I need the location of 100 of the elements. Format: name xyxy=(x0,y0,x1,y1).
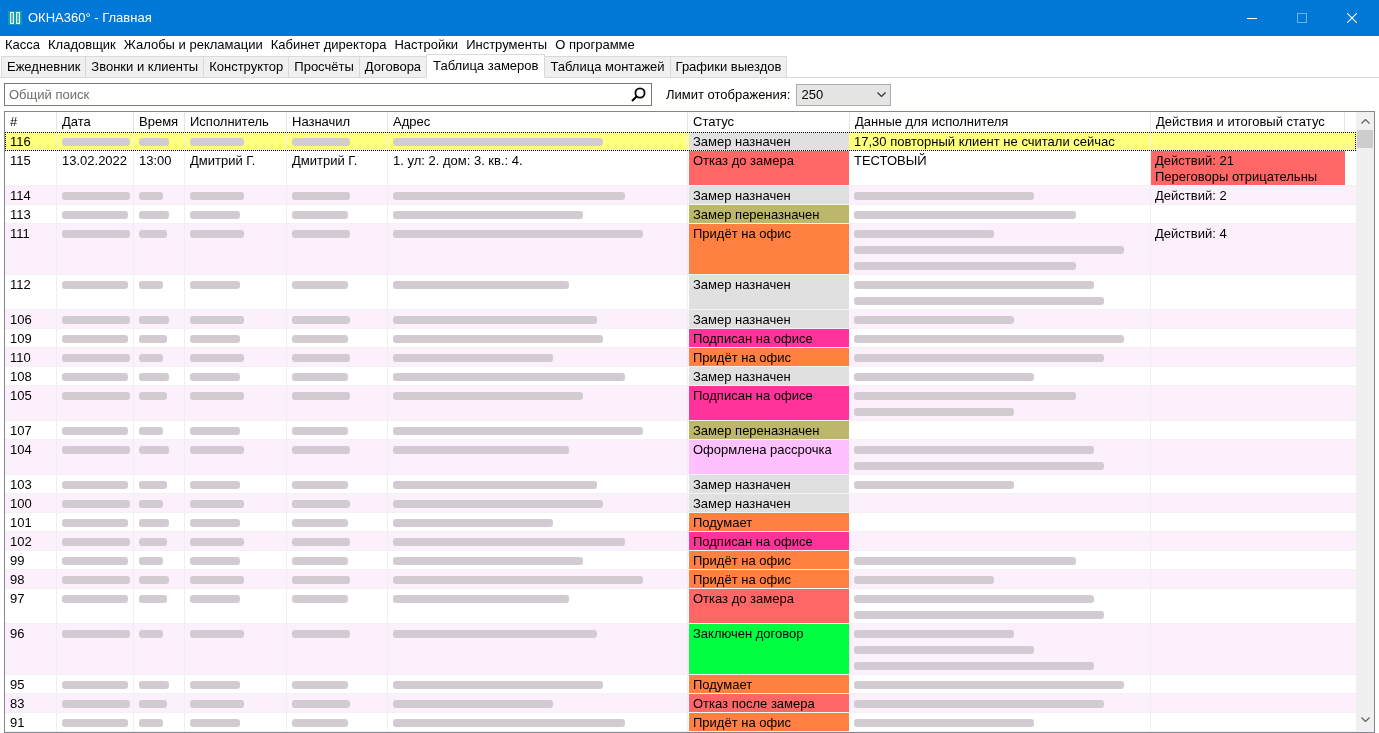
table-cell-text: 13:00 xyxy=(139,153,173,169)
status-cell: Замер назначен xyxy=(689,310,849,328)
table-cell-text: ТЕСТОВЫЙ xyxy=(854,153,928,169)
display-limit-dropdown[interactable]: 250 xyxy=(796,83,892,106)
table-cell-text: Действий: 4 xyxy=(1154,225,1228,243)
status-cell: Оформлена рассрочка xyxy=(689,440,849,474)
tab[interactable]: Договора xyxy=(358,56,428,77)
tab[interactable]: Графики выездов xyxy=(669,56,788,77)
table-cell-text: 103 xyxy=(10,477,33,493)
status-cell: Замер назначен xyxy=(689,275,849,309)
menu-item[interactable]: Кабинет директора xyxy=(266,36,391,54)
table-cell-text: 96 xyxy=(10,626,26,642)
tab[interactable]: Таблица монтажей xyxy=(544,56,671,77)
status-cell: Замер назначен xyxy=(689,186,849,204)
menu-item[interactable]: О программе xyxy=(551,36,639,54)
menu-item[interactable]: Настройки xyxy=(390,36,463,54)
menu-item[interactable]: Кладовщик xyxy=(44,36,120,54)
table-row[interactable]: 98 Придёт на офис xyxy=(5,570,1356,589)
status-cell: Придёт на офис xyxy=(689,570,849,588)
table-row[interactable]: 116 Замер назначен 17,30 повторный клиент не считали сейчас xyxy=(5,132,1356,151)
table-cell-text: 17,30 повторный клиент не считали сейчас xyxy=(854,134,1116,150)
search-field[interactable]: Общий поиск xyxy=(4,83,652,106)
table-cell-text: 102 xyxy=(10,534,33,550)
table-cell-text: 91 xyxy=(10,715,26,731)
table-row[interactable]: 110 Придёт на офис xyxy=(5,348,1356,367)
table-cell-text: 104 xyxy=(10,442,33,458)
table-row[interactable]: 112 Замер назначен xyxy=(5,275,1356,310)
table-row[interactable]: 102 Подписан на офисе xyxy=(5,532,1356,551)
table-row[interactable]: 107 Замер переназначен xyxy=(5,421,1356,440)
status-cell: Подумает xyxy=(689,675,849,693)
status-cell: Подумает xyxy=(689,513,849,531)
status-cell: Придёт на офис xyxy=(689,713,849,731)
table-cell-text: 111 xyxy=(10,226,31,242)
chevron-down-icon xyxy=(1360,716,1370,722)
table-row[interactable]: 104 Оформлена рассрочка xyxy=(5,440,1356,475)
status-cell: Замер назначен xyxy=(689,367,849,385)
table-cell-text: 114 xyxy=(10,188,32,204)
chevron-down-icon xyxy=(877,92,887,97)
table-row[interactable]: 95 Подумает xyxy=(5,675,1356,694)
table-cell-text: 112 xyxy=(10,277,32,293)
table-row[interactable]: 83 Отказ после замера xyxy=(5,694,1356,713)
table-cell-text: 101 xyxy=(10,515,33,531)
tab[interactable]: Просчёты xyxy=(288,56,360,77)
table-row[interactable]: 113 Замер переназначен xyxy=(5,205,1356,224)
table-cell-text: 83 xyxy=(10,696,26,712)
menu-item[interactable]: Инструменты xyxy=(462,36,552,54)
table-cell-text: 109 xyxy=(10,331,33,347)
table-row[interactable]: 111 Придёт на офис Действий: 4 xyxy=(5,224,1356,275)
table-row[interactable]: 96 Заключен договор xyxy=(5,624,1356,675)
table-row[interactable]: 103 Замер назначен xyxy=(5,475,1356,494)
tab[interactable]: Ежедневник xyxy=(1,56,87,77)
status-cell: Придёт на офис xyxy=(689,224,849,274)
status-cell: Отказ до замера xyxy=(689,589,849,623)
status-cell: Подписан на офисе xyxy=(689,532,849,550)
search-icon xyxy=(631,87,646,102)
status-cell: Подписан на офисе xyxy=(689,386,849,420)
table-cell-text: 108 xyxy=(10,369,33,385)
status-cell: Подписан на офисе xyxy=(689,329,849,347)
tab[interactable]: Конструктор xyxy=(203,56,290,77)
table-cell-text: 116 xyxy=(10,134,32,150)
close-icon xyxy=(1347,13,1357,23)
table-cell-text: 95 xyxy=(10,677,26,693)
tab[interactable]: Звонки и клиенты xyxy=(85,56,205,77)
table-row[interactable]: 114 Замер назначен Действий: 2 xyxy=(5,186,1356,205)
status-cell: Придёт на офис xyxy=(689,348,849,366)
table-row[interactable]: 108 Замер назначен xyxy=(5,367,1356,386)
menu-item[interactable]: Касса xyxy=(1,36,45,54)
status-cell: Заключен договор xyxy=(689,624,849,674)
table-row[interactable]: 100 Замер назначен xyxy=(5,494,1356,513)
table-cell-text: Дмитрий Г. xyxy=(292,153,359,169)
table-row[interactable]: 91 Придёт на офис xyxy=(5,713,1356,732)
tab[interactable]: Таблица замеров xyxy=(426,54,546,78)
table-cell-text: 110 xyxy=(10,350,32,366)
table-cell-text: 105 xyxy=(10,388,33,404)
table-cell-text: Действий: 2 xyxy=(1154,187,1228,204)
table-row[interactable]: 99 Придёт на офис xyxy=(5,551,1356,570)
table-cell-text: 113 xyxy=(10,207,32,223)
scrollbar-thumb[interactable] xyxy=(1357,130,1373,148)
table-cell-text: 99 xyxy=(10,553,26,569)
status-cell: Замер назначен xyxy=(689,494,849,512)
table-cell-text: 106 xyxy=(10,312,33,328)
table-cell-text: Дмитрий Г. xyxy=(190,153,257,169)
status-cell: Отказ после замера xyxy=(689,694,849,712)
table-row[interactable]: 101 Подумает xyxy=(5,513,1356,532)
table-cell-text: 115 xyxy=(10,153,32,169)
chevron-up-icon xyxy=(1360,118,1370,124)
status-cell: Отказ до замера xyxy=(689,151,849,185)
minimize-icon xyxy=(1247,17,1257,19)
menu-item[interactable]: Жалобы и рекламации xyxy=(119,36,267,54)
table-row[interactable]: 115 13.02.2022 13:00 Дмитрий Г. Дмитрий Г. 1. ул: 2. дом: 3. кв.: 4. Отказ до замера ТЕСТОВЫЙ Действий: 21 Переговоры отрицательны xyxy=(5,151,1356,186)
table-row[interactable]: 97 Отказ до замера xyxy=(5,589,1356,624)
table-cell-text: 97 xyxy=(10,591,26,607)
display-limit-label: Лимит отображения: xyxy=(666,85,791,104)
maximize-icon xyxy=(1297,13,1307,23)
table-row[interactable]: 106 Замер назначен xyxy=(5,310,1356,329)
table-row[interactable]: 105 Подписан на офисе xyxy=(5,386,1356,421)
table-cell-text: 1. ул: 2. дом: 3. кв.: 4. xyxy=(393,153,524,169)
vertical-scrollbar[interactable] xyxy=(1356,112,1374,732)
table-cell-text: 100 xyxy=(10,496,33,512)
table-row[interactable]: 109 Подписан на офисе xyxy=(5,329,1356,348)
